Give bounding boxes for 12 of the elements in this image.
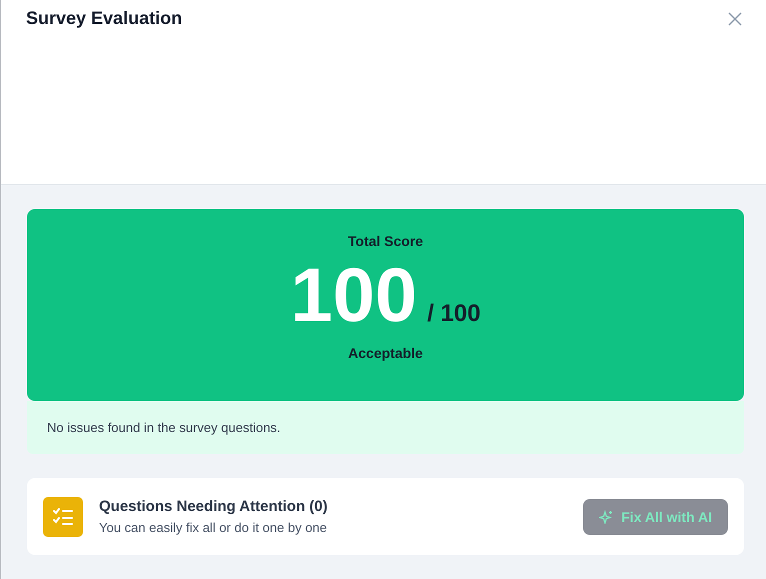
dialog-title: Survey Evaluation: [26, 8, 182, 29]
checklist-icon: [43, 496, 83, 536]
sparkle-icon: [599, 510, 614, 524]
score-value: 100: [290, 253, 418, 339]
attention-subtitle: You can easily fix all or do it one by one: [99, 520, 328, 535]
score-verdict: Acceptable: [348, 345, 423, 361]
score-max: / 100: [427, 300, 481, 328]
notice-text: No issues found in the survey questions.: [27, 401, 744, 454]
score-label: Total Score: [348, 233, 424, 249]
attention-title: Questions Needing Attention (0): [99, 498, 329, 515]
close-button[interactable]: [728, 12, 742, 26]
close-icon: [728, 12, 742, 26]
